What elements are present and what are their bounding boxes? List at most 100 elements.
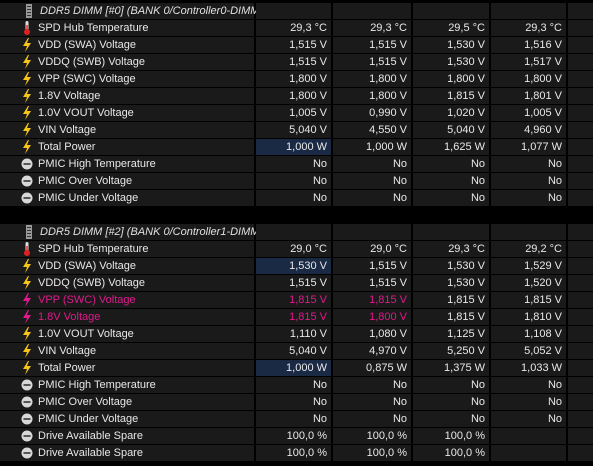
minus-circle-icon <box>20 429 34 443</box>
sensor-row[interactable]: SPD Hub Temperature 29,0 °C 29,0 °C 29,3… <box>0 241 593 258</box>
avg-value: 1,033 W <box>491 360 566 376</box>
group-header[interactable]: DDR5 DIMM [#2] (BANK 0/Controller1-DIMM0… <box>0 224 593 241</box>
sensor-label: VIN Voltage <box>38 124 97 136</box>
lightning-icon <box>20 140 34 154</box>
lightning-icon <box>20 106 34 120</box>
sensor-row[interactable]: 1.0V VOUT Voltage 1,110 V 1,080 V 1,125 … <box>0 326 593 343</box>
sensor-label: Total Power <box>38 362 96 374</box>
lightning-icon <box>20 361 34 375</box>
sensor-label: Drive Available Spare <box>38 430 143 442</box>
current-value: 5,040 V <box>256 343 331 359</box>
min-value: 1,800 V <box>333 88 411 104</box>
sensor-row[interactable]: Total Power 1,000 W 1,000 W 1,625 W 1,07… <box>0 139 593 156</box>
sensor-row-highlighted[interactable]: VPP (SWC) Voltage 1,815 V 1,815 V 1,815 … <box>0 292 593 309</box>
current-value: 29,3 °C <box>256 20 331 36</box>
avg-value: 1,077 W <box>491 139 566 155</box>
min-value: 0,875 W <box>333 360 411 376</box>
sensor-row-highlighted[interactable]: 1.8V Voltage 1,815 V 1,800 V 1,815 V 1,8… <box>0 309 593 326</box>
sensor-label: PMIC High Temperature <box>38 379 156 391</box>
lightning-icon <box>20 310 34 324</box>
min-value: No <box>333 394 411 410</box>
current-value: 1,515 V <box>256 37 331 53</box>
min-value: 1,515 V <box>333 37 411 53</box>
sensor-row[interactable]: PMIC Under Voltage No No No No <box>0 411 593 428</box>
max-value: 1,815 V <box>413 88 489 104</box>
minus-circle-icon <box>20 157 34 171</box>
sensor-row[interactable]: PMIC Under Voltage No No No No <box>0 190 593 207</box>
sensor-label: PMIC Under Voltage <box>38 192 139 204</box>
sensor-row[interactable]: VIN Voltage 5,040 V 4,970 V 5,250 V 5,05… <box>0 343 593 360</box>
max-value: 1,125 V <box>413 326 489 342</box>
sensor-row[interactable]: VPP (SWC) Voltage 1,800 V 1,800 V 1,800 … <box>0 71 593 88</box>
sensor-row[interactable]: 1.8V Voltage 1,800 V 1,800 V 1,815 V 1,8… <box>0 88 593 105</box>
minus-circle-icon <box>20 395 34 409</box>
sensor-label: VDDQ (SWB) Voltage <box>38 277 145 289</box>
min-value: 1,000 W <box>333 139 411 155</box>
lightning-icon <box>20 55 34 69</box>
avg-value: No <box>491 190 566 206</box>
avg-value: 1,517 V <box>491 54 566 70</box>
sensor-label: VIN Voltage <box>38 345 97 357</box>
sensor-label: Drive Available Spare <box>38 447 143 459</box>
sensor-row[interactable]: PMIC Over Voltage No No No No <box>0 173 593 190</box>
max-value: No <box>413 394 489 410</box>
min-value: 1,515 V <box>333 54 411 70</box>
sensor-label: SPD Hub Temperature <box>38 22 149 34</box>
minus-circle-icon <box>20 446 34 460</box>
current-value: 1,530 V <box>256 258 331 274</box>
sensor-label: VDD (SWA) Voltage <box>38 260 137 272</box>
min-value: 1,800 V <box>333 309 411 325</box>
max-value: 29,3 °C <box>413 241 489 257</box>
avg-value: 1,005 V <box>491 105 566 121</box>
current-value: No <box>256 377 331 393</box>
lightning-icon <box>20 89 34 103</box>
min-value: 0,990 V <box>333 105 411 121</box>
sensor-label: PMIC Over Voltage <box>38 175 133 187</box>
avg-value: 1,516 V <box>491 37 566 53</box>
max-value: 1,800 V <box>413 71 489 87</box>
sensor-label: VDD (SWA) Voltage <box>38 39 137 51</box>
sensor-label: SPD Hub Temperature <box>38 243 149 255</box>
sensor-row[interactable]: Total Power 1,000 W 0,875 W 1,375 W 1,03… <box>0 360 593 377</box>
memory-chip-icon <box>22 4 36 18</box>
max-value: No <box>413 377 489 393</box>
sensor-label: Total Power <box>38 141 96 153</box>
min-value: 1,515 V <box>333 258 411 274</box>
current-value: No <box>256 173 331 189</box>
sensor-row[interactable]: VDDQ (SWB) Voltage 1,515 V 1,515 V 1,530… <box>0 54 593 71</box>
max-value: 1,375 W <box>413 360 489 376</box>
sensor-row[interactable]: Drive Available Spare 100,0 % 100,0 % 10… <box>0 445 593 462</box>
min-value: 1,800 V <box>333 71 411 87</box>
avg-value: 1,801 V <box>491 88 566 104</box>
lightning-icon <box>20 327 34 341</box>
lightning-icon <box>20 259 34 273</box>
sensor-row[interactable]: VDDQ (SWB) Voltage 1,515 V 1,515 V 1,530… <box>0 275 593 292</box>
sensor-label: PMIC High Temperature <box>38 158 156 170</box>
sensor-row[interactable]: SPD Hub Temperature 29,3 °C 29,3 °C 29,5… <box>0 20 593 37</box>
avg-value: No <box>491 394 566 410</box>
sensor-row[interactable]: VDD (SWA) Voltage 1,530 V 1,515 V 1,530 … <box>0 258 593 275</box>
sensor-row[interactable]: Drive Available Spare 100,0 % 100,0 % 10… <box>0 428 593 445</box>
lightning-icon <box>20 72 34 86</box>
max-value: 1,530 V <box>413 54 489 70</box>
sensor-row[interactable]: VIN Voltage 5,040 V 4,550 V 5,040 V 4,96… <box>0 122 593 139</box>
current-value: 100,0 % <box>256 445 331 461</box>
current-value: No <box>256 190 331 206</box>
current-value: 1,000 W <box>256 139 331 155</box>
sensor-row[interactable]: 1.0V VOUT Voltage 1,005 V 0,990 V 1,020 … <box>0 105 593 122</box>
avg-value: 29,3 °C <box>491 20 566 36</box>
sensor-row[interactable]: PMIC High Temperature No No No No <box>0 377 593 394</box>
current-value: 29,0 °C <box>256 241 331 257</box>
group-header[interactable]: DDR5 DIMM [#0] (BANK 0/Controller0-DIMM0… <box>0 3 593 20</box>
sensor-row[interactable]: VDD (SWA) Voltage 1,515 V 1,515 V 1,530 … <box>0 37 593 54</box>
min-value: 29,3 °C <box>333 20 411 36</box>
min-value: 4,550 V <box>333 122 411 138</box>
max-value: No <box>413 190 489 206</box>
min-value: No <box>333 173 411 189</box>
min-value: 1,515 V <box>333 275 411 291</box>
max-value: 5,040 V <box>413 122 489 138</box>
sensor-row[interactable]: PMIC High Temperature No No No No <box>0 156 593 173</box>
current-value: 1,800 V <box>256 71 331 87</box>
minus-circle-icon <box>20 191 34 205</box>
sensor-row[interactable]: PMIC Over Voltage No No No No <box>0 394 593 411</box>
